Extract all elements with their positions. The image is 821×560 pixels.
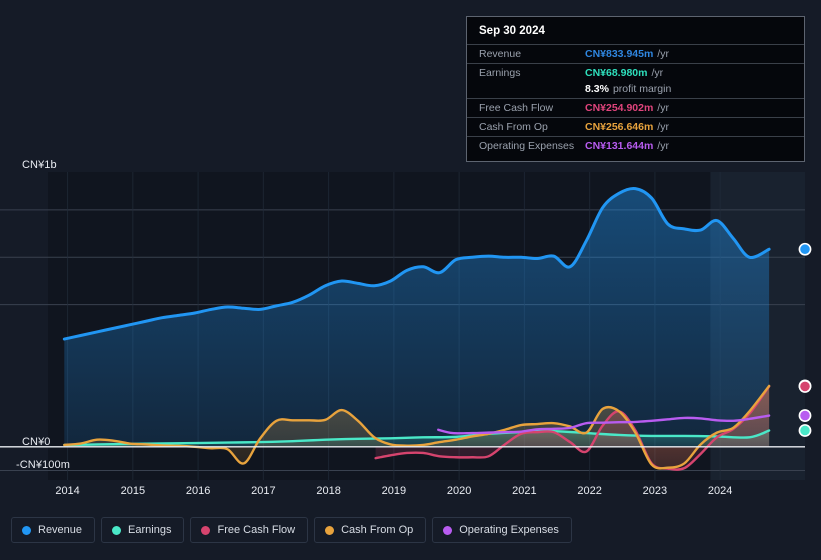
x-axis-label-2022: 2022 <box>577 485 602 497</box>
chart-legend[interactable]: Revenue Earnings Free Cash Flow Cash From O… <box>11 517 572 543</box>
x-axis-label-2015: 2015 <box>120 485 146 497</box>
tooltip-row-value: CN¥68.980m <box>585 67 648 79</box>
legend-item-earnings[interactable]: Earnings <box>101 517 185 543</box>
legend-item-cash-from-op[interactable]: Cash From Op <box>314 517 427 543</box>
legend-color-dot-icon <box>22 525 31 535</box>
tooltip-row-revenue: Revenue CN¥833.945m/yr <box>467 44 804 63</box>
tooltip-row-value: 8.3% <box>585 83 609 95</box>
x-axis-label-2018: 2018 <box>316 485 341 497</box>
tooltip-row-unit: /yr <box>657 48 669 60</box>
legend-item-label: Cash From Op <box>341 524 414 536</box>
legend-color-dot-icon <box>443 525 453 535</box>
x-axis-label-2017: 2017 <box>251 485 276 497</box>
x-axis-label-2023: 2023 <box>642 485 668 497</box>
tooltip-row-unit: /yr <box>651 67 664 79</box>
tooltip-row-cash-from-op: Cash From Op CN¥256.646m/yr <box>467 117 804 136</box>
tooltip-row-unit: /yr <box>657 121 669 133</box>
x-axis: 2014 2015 2016 2017 2018 2019 2020 2021 2022 2023… <box>0 485 821 503</box>
x-axis-label-2016: 2016 <box>185 485 211 497</box>
tooltip-row-value: CN¥131.644m <box>585 140 654 152</box>
tooltip-date: Sep 30 2024 <box>479 25 545 37</box>
financial-performance-chart: CN¥1b CN¥0 -CN¥100m 2014 2015 2016 2017 2018… <box>0 0 821 560</box>
legend-item-free-cash-flow[interactable]: Free Cash Flow <box>190 517 309 543</box>
x-axis-label-2020: 2020 <box>446 485 472 497</box>
tooltip-row-unit: /yr <box>657 140 669 152</box>
tooltip-row-free-cash-flow: Free Cash Flow CN¥254.902m/yr <box>467 98 804 117</box>
y-axis-label-zero: CN¥0 <box>22 436 51 448</box>
tooltip-row-label: Cash From Op <box>479 121 548 133</box>
x-axis-label-2021: 2021 <box>512 485 537 497</box>
legend-item-label: Operating Expenses <box>459 524 559 536</box>
tooltip-row-value: CN¥833.945m <box>585 48 654 60</box>
tooltip-row-earnings: Earnings CN¥68.980m/yr <box>467 63 804 82</box>
tooltip-row-label: Revenue <box>479 48 522 60</box>
y-axis-label-top: CN¥1b <box>22 159 57 171</box>
legend-color-dot-icon <box>201 525 211 535</box>
legend-item-operating-expenses[interactable]: Operating Expenses <box>432 517 572 543</box>
legend-item-label: Earnings <box>128 524 172 536</box>
x-axis-label-2014: 2014 <box>55 485 80 497</box>
x-axis-label-2024: 2024 <box>707 485 733 497</box>
tooltip-row-operating-expenses: Operating Expenses CN¥131.644m/yr <box>467 136 804 155</box>
legend-item-label: Revenue <box>38 524 83 536</box>
legend-item-revenue[interactable]: Revenue <box>11 517 96 543</box>
legend-color-dot-icon <box>112 525 122 535</box>
tooltip-row-label: Earnings <box>479 67 521 79</box>
tooltip-row-value: CN¥254.902m <box>585 102 654 114</box>
legend-item-label: Free Cash Flow <box>217 524 296 536</box>
data-tooltip: Sep 30 2024 Revenue CN¥833.945m/yr Earning… <box>466 16 805 162</box>
y-axis-label-negative: -CN¥100m <box>16 459 70 471</box>
tooltip-row-unit: /yr <box>657 102 669 114</box>
tooltip-row-profit-margin: 8.3% profit margin <box>467 82 804 98</box>
tooltip-row-unit: profit margin <box>612 83 672 95</box>
legend-color-dot-icon <box>325 525 335 535</box>
tooltip-row-label: Operating Expenses <box>479 140 575 152</box>
tooltip-row-value: CN¥256.646m <box>585 121 654 133</box>
tooltip-row-label: Free Cash Flow <box>479 102 554 114</box>
x-axis-label-2019: 2019 <box>381 485 407 497</box>
